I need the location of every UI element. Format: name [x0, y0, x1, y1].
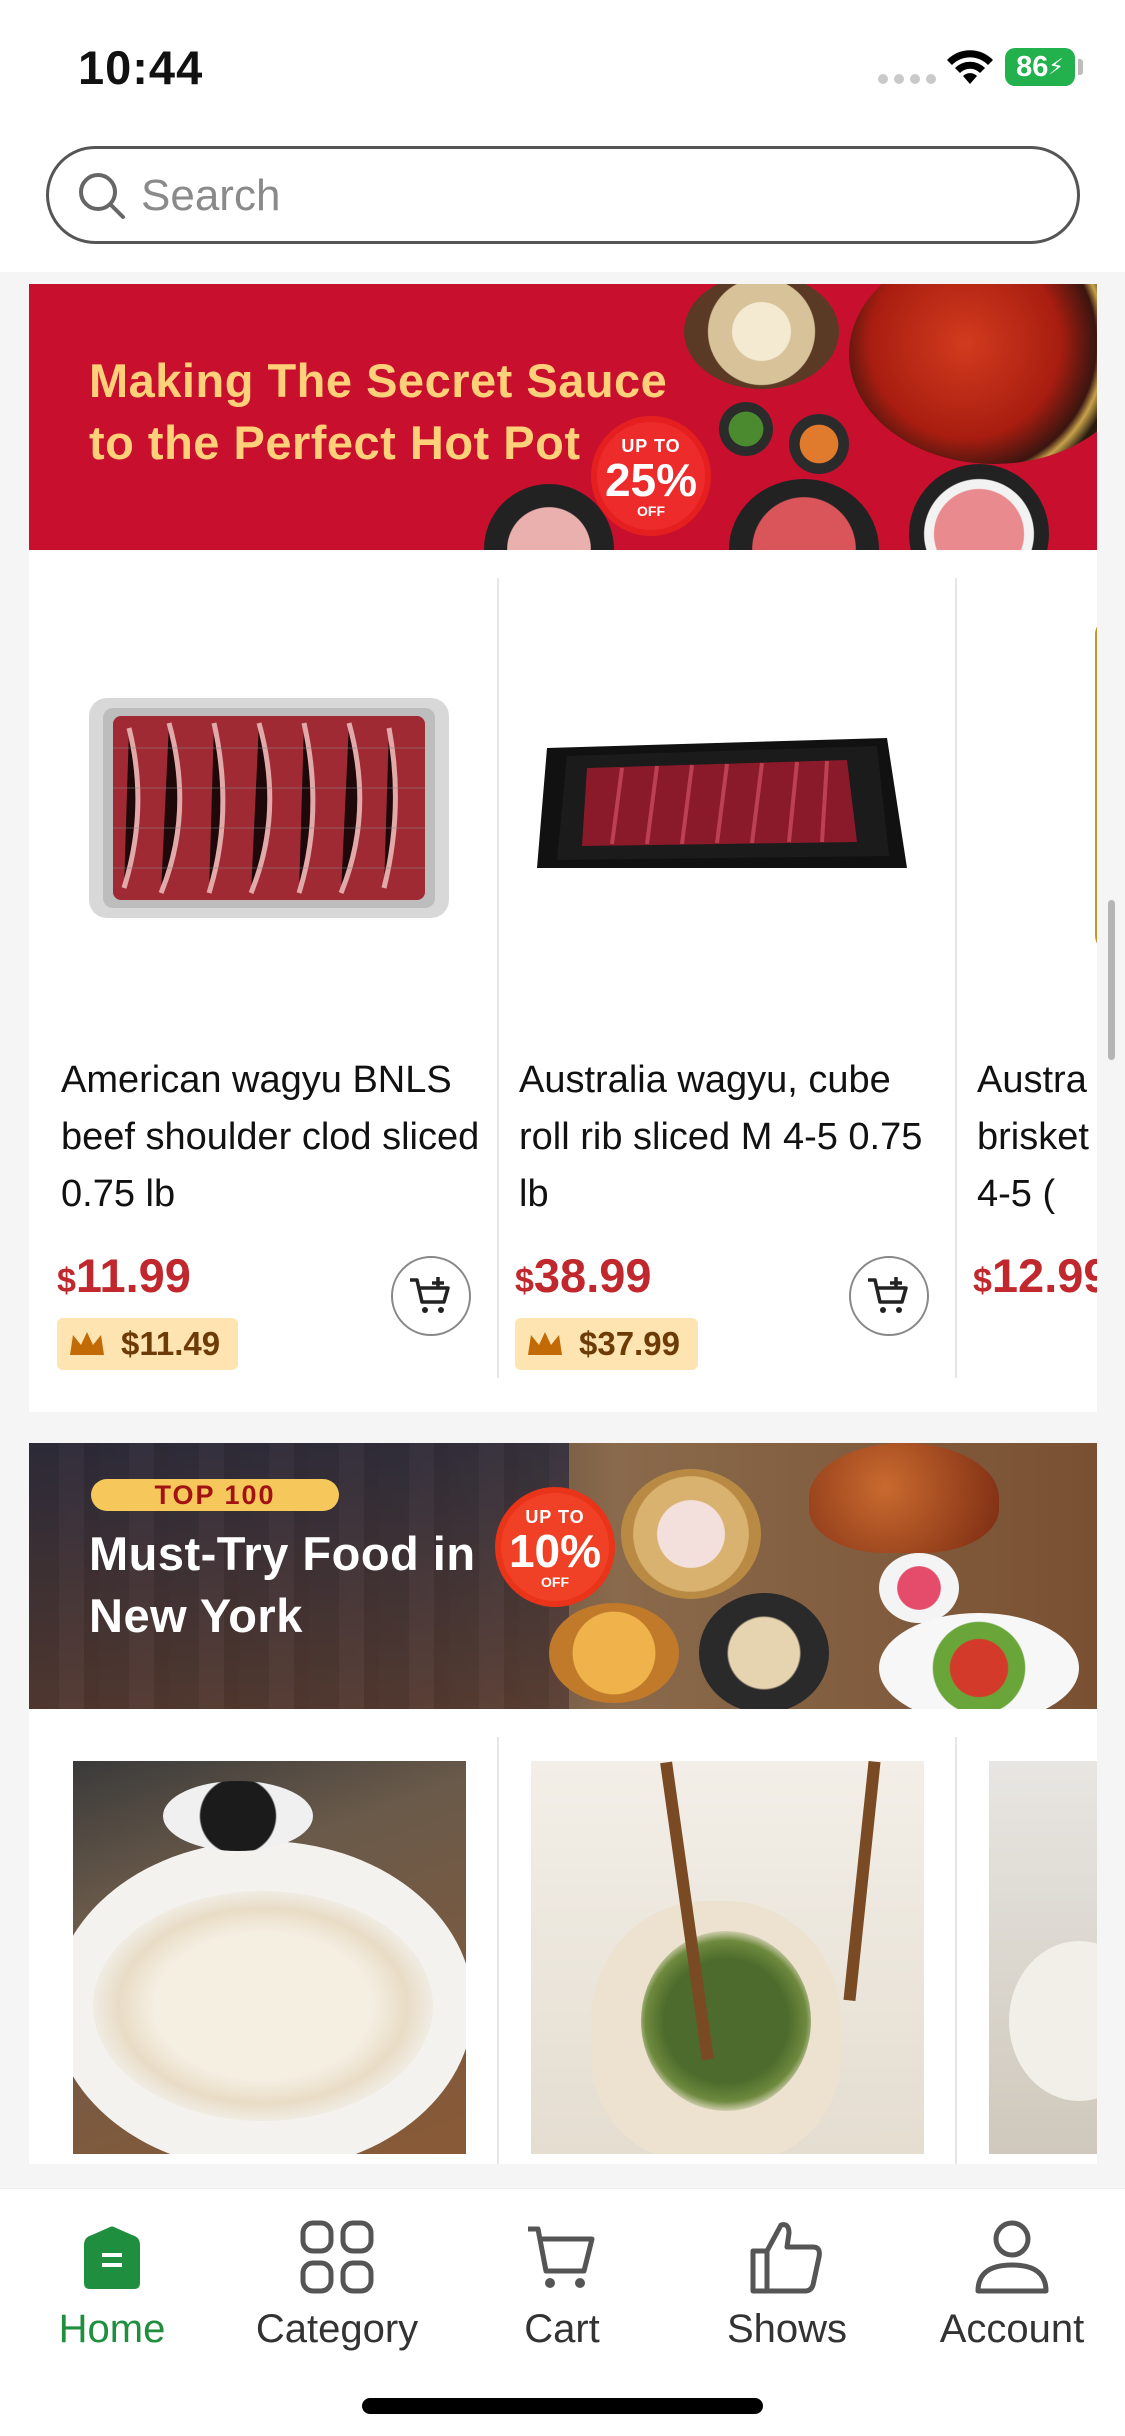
home-indicator[interactable]: [362, 2398, 763, 2414]
dim-sum-basket-image: [621, 1469, 761, 1599]
tab-shows[interactable]: Shows: [687, 2217, 887, 2352]
status-time: 10:44: [78, 41, 204, 94]
banner-title-line2: New York: [89, 1589, 303, 1642]
product-price: $38.99: [515, 1248, 652, 1303]
tab-label: Category: [255, 2307, 419, 2351]
price-currency: $: [57, 1262, 76, 1300]
buns-image: [549, 1603, 679, 1703]
product-name: American wagyu BNLS beef shoulder clod s…: [61, 1059, 480, 1215]
banner-title: Must-Try Food in New York: [89, 1523, 476, 1647]
meat-roll-plate-image: [729, 479, 879, 550]
battery-level: 86: [1016, 50, 1049, 83]
cellular-signal-icon: [878, 74, 936, 84]
badge-percent: 10%: [508, 1525, 602, 1577]
product-image: [1095, 620, 1097, 950]
price-value: 38.99: [533, 1249, 652, 1302]
tab-label: Shows: [726, 2307, 848, 2351]
top-100-label: TOP 100: [91, 1479, 339, 1511]
discount-badge: UP TO 10% OFF: [501, 1493, 609, 1601]
card-divider: [497, 1737, 499, 2164]
price-currency: $: [973, 1262, 992, 1300]
wifi-icon: [947, 50, 993, 84]
dumpling-image[interactable]: [989, 1761, 1097, 2154]
tab-label: Cart: [524, 2307, 600, 2351]
card-divider: [955, 1737, 957, 2164]
product-name: Austra brisket M 4-5 (: [977, 1059, 1097, 1215]
search-icon: [79, 173, 125, 219]
tab-cart[interactable]: Cart: [462, 2217, 662, 2352]
banner-title-line1: Must-Try Food in: [89, 1527, 476, 1580]
member-price: $37.99: [579, 1325, 680, 1362]
add-to-cart-icon: [410, 1277, 450, 1313]
meatball-plate-image: [684, 284, 839, 389]
battery-icon: 86 ⚡: [1005, 48, 1075, 86]
product-card[interactable]: Austra brisket M 4-5 ( $12.99: [945, 578, 1097, 1408]
dumpling-plate-image[interactable]: [73, 1761, 466, 2154]
add-to-cart-button[interactable]: [391, 1256, 471, 1336]
banner-title-line1: Making The Secret Sauce: [89, 354, 668, 407]
product-name: Australia wagyu, cube roll rib sliced M …: [519, 1059, 923, 1215]
badge-off: OFF: [541, 1574, 569, 1590]
product-price: $11.99: [57, 1248, 191, 1303]
product-image: [537, 738, 907, 868]
product-carousel: American wagyu BNLS beef shoulder clod s…: [29, 550, 1097, 1412]
salad-plate-image: [879, 1613, 1079, 1709]
thumbs-up-icon: [750, 2222, 822, 2294]
add-to-cart-icon: [868, 1277, 908, 1313]
status-bar: 10:44 86 ⚡: [0, 0, 1125, 140]
crown-icon: [528, 1332, 562, 1355]
hot-pot-banner[interactable]: Making The Secret Sauce to the Perfect H…: [29, 284, 1097, 550]
app-screen: 10:44 86⚡ Making The Secret Sauce to the…: [0, 0, 1125, 2436]
search-input[interactable]: [141, 165, 1021, 227]
new-york-food-banner[interactable]: TOP 100 Must-Try Food in New York UP TO …: [29, 1443, 1097, 1709]
tab-home[interactable]: Home: [12, 2217, 212, 2352]
banner-title-line2: to the Perfect Hot Pot: [89, 416, 581, 469]
price-value: 11.99: [75, 1249, 191, 1302]
noodle-bowl-image: [699, 1593, 829, 1709]
badge-percent: 25%: [604, 454, 698, 506]
tab-label: Home: [58, 2307, 166, 2351]
product-carousel-2: [29, 1709, 1097, 2164]
product-price: $12.99: [973, 1248, 1097, 1303]
roast-duck-image: [809, 1443, 999, 1553]
home-icon: [84, 2226, 140, 2289]
scrollbar[interactable]: [1108, 900, 1115, 1060]
product-image: [89, 698, 449, 918]
badge-off: OFF: [637, 503, 665, 519]
tab-label: Account: [939, 2307, 1085, 2351]
price-currency: $: [515, 1262, 534, 1300]
price-value: 12.99: [991, 1249, 1097, 1302]
sliced-meat-plate-image: [484, 484, 614, 550]
herb-bowl-image: [719, 402, 773, 456]
battery-tip: [1078, 59, 1083, 75]
dumpling-chopsticks-image[interactable]: [531, 1761, 924, 2154]
member-price-badge: $37.99: [515, 1318, 698, 1370]
member-price: $11.49: [121, 1325, 221, 1362]
product-card[interactable]: American wagyu BNLS beef shoulder clod s…: [29, 578, 487, 1408]
search-bar-container: [0, 140, 1125, 272]
hot-pot-image: [849, 284, 1097, 464]
meat-plate-image: [909, 464, 1049, 550]
cart-icon: [528, 2226, 595, 2288]
search-bar[interactable]: [46, 146, 1080, 244]
add-to-cart-button[interactable]: [849, 1256, 929, 1336]
banner-title: Making The Secret Sauce to the Perfect H…: [89, 350, 667, 474]
product-card[interactable]: Australia wagyu, cube roll rib sliced M …: [487, 578, 945, 1408]
account-icon: [975, 2220, 1049, 2294]
crown-icon: [70, 1332, 104, 1355]
member-price-badge: $11.49: [57, 1318, 239, 1370]
discount-badge: UP TO 25% OFF: [597, 422, 705, 530]
category-icon: [300, 2220, 374, 2294]
sauce-bowl-image: [789, 414, 849, 474]
tab-account[interactable]: Account: [912, 2217, 1112, 2352]
sauce-dish-image: [879, 1553, 959, 1623]
tab-category[interactable]: Category: [237, 2217, 437, 2352]
